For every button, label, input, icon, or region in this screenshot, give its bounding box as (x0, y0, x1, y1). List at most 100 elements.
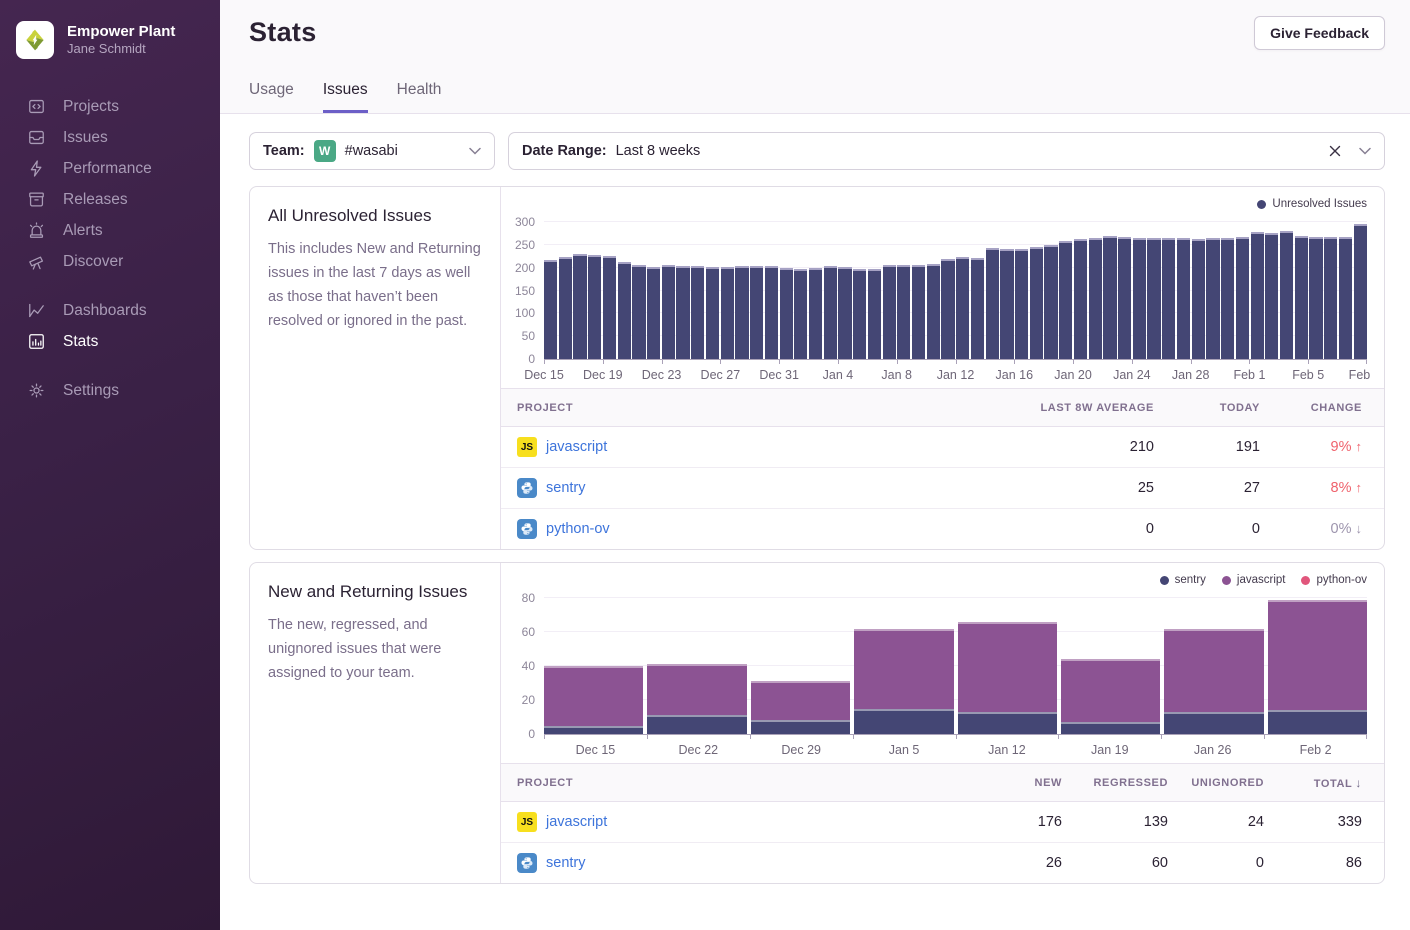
unresolved-issues-chart[interactable]: Unresolved Issues 050100150200250300 Dec… (501, 187, 1384, 388)
project-link-sentry[interactable]: sentry (546, 855, 586, 871)
y-axis-label: 0 (528, 727, 535, 741)
table-header-row: Project New Regressed Unignored Total↓ (501, 763, 1384, 801)
column-header-regressed[interactable]: Regressed (1062, 777, 1168, 789)
stacked-bar-jan-26 (1164, 629, 1263, 734)
js-project-icon: JS (517, 812, 537, 832)
x-axis-tick (720, 360, 721, 364)
segment-javascript (1061, 659, 1160, 722)
table-header-row: Project Last 8w Average Today Change (501, 388, 1384, 426)
bar (559, 257, 572, 359)
sidebar-item-issues[interactable]: Issues (0, 122, 220, 153)
sidebar-item-alerts[interactable]: Alerts (0, 215, 220, 246)
card-title: New and Returning Issues (268, 582, 482, 602)
sidebar-item-releases[interactable]: Releases (0, 184, 220, 215)
bar (1118, 237, 1131, 359)
dashboards-icon (27, 301, 46, 320)
project-link-javascript[interactable]: javascript (546, 439, 607, 455)
legend-item-python-ov: python-ov (1301, 574, 1367, 586)
x-axis-label: Jan 4 (823, 368, 854, 382)
sidebar-item-discover[interactable]: Discover (0, 246, 220, 277)
project-cell: python-ov (517, 519, 934, 539)
sidebar-item-label: Issues (63, 129, 108, 147)
sidebar-item-settings[interactable]: Settings (0, 375, 220, 406)
bar (971, 258, 984, 359)
column-header-project[interactable]: Project (517, 777, 972, 789)
x-axis-tick (1073, 360, 1074, 364)
stacked-bar-jan-19 (1061, 659, 1160, 734)
page-content: Team: W #wasabi Date Range: Last 8 weeks… (220, 114, 1410, 930)
unresolved-issues-table: Project Last 8w Average Today Change JSj… (501, 388, 1384, 549)
segment-sentry (1061, 722, 1160, 734)
clear-icon[interactable] (1329, 145, 1341, 157)
org-header[interactable]: Empower Plant Jane Schmidt (0, 0, 220, 69)
x-axis-label: Dec 15 (576, 743, 616, 757)
sidebar-item-dashboards[interactable]: Dashboards (0, 295, 220, 326)
bar (883, 265, 896, 359)
bar (1000, 249, 1013, 359)
project-link-javascript[interactable]: javascript (546, 814, 607, 830)
bar (794, 269, 807, 359)
gridline (544, 221, 1367, 222)
x-axis-tick (897, 360, 898, 364)
x-axis-label: Jan 12 (988, 743, 1026, 757)
x-axis-label: Jan 19 (1091, 743, 1129, 757)
segment-sentry (1268, 710, 1367, 734)
bar (676, 266, 689, 359)
bar (1221, 238, 1234, 359)
column-header-unignored[interactable]: Unignored (1168, 777, 1264, 789)
sidebar-item-performance[interactable]: Performance (0, 153, 220, 184)
sidebar-item-projects[interactable]: Projects (0, 91, 220, 122)
legend-label: javascript (1237, 574, 1286, 586)
python-project-icon (517, 853, 537, 873)
y-axis-label: 40 (522, 659, 535, 673)
date-range-value: Last 8 weeks (616, 143, 701, 159)
tab-issues[interactable]: Issues (323, 81, 368, 113)
sidebar-item-stats[interactable]: Stats (0, 326, 220, 357)
stacked-bars (544, 599, 1367, 734)
x-axis-label: Jan 26 (1194, 743, 1232, 757)
x-axis-label: Jan 28 (1172, 368, 1210, 382)
sidebar-item-label: Discover (63, 253, 123, 271)
x-axis-label: Jan 12 (937, 368, 975, 382)
column-header-avg[interactable]: Last 8w Average (934, 402, 1154, 414)
project-link-python-ov[interactable]: python-ov (546, 521, 610, 537)
tab-health[interactable]: Health (397, 81, 442, 113)
change-down-arrow-icon: ↓ (1356, 521, 1363, 536)
sidebar-item-label: Projects (63, 98, 119, 116)
x-axis-label: Jan 8 (881, 368, 912, 382)
change-up-arrow-icon: ↑ (1356, 439, 1363, 454)
bar (941, 259, 954, 359)
change-value: 8% ↑ (1260, 480, 1362, 496)
date-range-select[interactable]: Date Range: Last 8 weeks (508, 132, 1385, 170)
column-header-change[interactable]: Change (1260, 402, 1362, 414)
avg-value: 210 (934, 439, 1154, 455)
column-header-new[interactable]: New (972, 777, 1062, 789)
y-axis-label: 150 (515, 284, 535, 298)
x-axis-tick (956, 360, 957, 364)
new-returning-issues-chart[interactable]: sentryjavascriptpython-ov 020406080 Dec … (501, 563, 1384, 763)
tab-usage[interactable]: Usage (249, 81, 294, 113)
x-axis-tick (647, 735, 648, 739)
column-header-project[interactable]: Project (517, 402, 934, 414)
team-select[interactable]: Team: W #wasabi (249, 132, 495, 170)
chart-legend: Unresolved Issues (1257, 198, 1367, 210)
chevron-down-icon (1359, 147, 1371, 155)
segment-sentry (958, 712, 1057, 734)
bar (838, 267, 851, 359)
segment-sentry (647, 715, 746, 734)
sidebar-item-label: Settings (63, 382, 119, 400)
project-link-sentry[interactable]: sentry (546, 480, 586, 496)
y-axis-label: 200 (515, 261, 535, 275)
legend-item-sentry: sentry (1160, 574, 1206, 586)
segment-sentry (1164, 712, 1263, 734)
give-feedback-button[interactable]: Give Feedback (1254, 16, 1385, 50)
x-axis-tick (1191, 360, 1192, 364)
projects-icon (27, 97, 46, 116)
y-axis-label: 60 (522, 625, 535, 639)
column-header-total[interactable]: Total↓ (1264, 776, 1362, 790)
bar (662, 265, 675, 359)
column-header-today[interactable]: Today (1154, 402, 1260, 414)
tab-bar: Usage Issues Health (249, 81, 441, 113)
segment-javascript (1268, 600, 1367, 711)
bar (1324, 237, 1337, 359)
